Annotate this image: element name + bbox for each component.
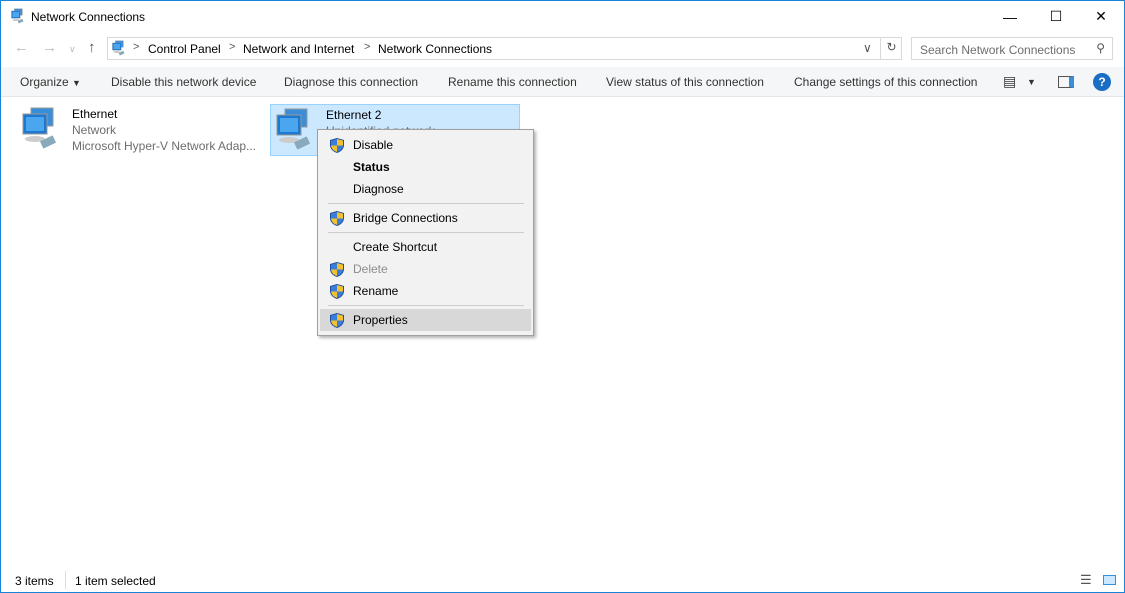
command-bar: Organize ▼ Disable this network device D… [1, 67, 1124, 97]
view-dropdown-icon[interactable]: ▼ [1027, 77, 1036, 87]
menu-label: Bridge Connections [353, 211, 458, 225]
menu-separator [328, 203, 524, 204]
menu-label: Disable [353, 138, 394, 152]
title-bar: Network Connections — ☐ ✕ [1, 1, 1124, 33]
search-input[interactable]: Search Network Connections ⚲ [911, 37, 1113, 60]
menu-item-diagnose[interactable]: Diagnose [320, 178, 531, 200]
control-panel-icon [111, 40, 127, 56]
uac-shield-icon [330, 138, 344, 153]
menu-item-disable[interactable]: Disable [320, 134, 531, 156]
menu-label: Diagnose [353, 182, 404, 196]
menu-item-properties[interactable]: Properties [320, 309, 531, 331]
organize-label: Organize [20, 75, 69, 89]
selection-count: 1 item selected [75, 574, 156, 588]
organize-menu[interactable]: Organize ▼ [20, 75, 81, 89]
menu-item-rename[interactable]: Rename [320, 280, 531, 302]
menu-item-create-shortcut[interactable]: Create Shortcut [320, 236, 531, 258]
uac-shield-icon [330, 284, 344, 299]
details-view-icon[interactable]: ☰ [1080, 572, 1092, 588]
connection-name: Ethernet 2 [326, 108, 382, 122]
menu-label: Rename [353, 284, 399, 298]
connection-status: Network [72, 123, 117, 137]
rename-button[interactable]: Rename this connection [448, 75, 577, 89]
connection-ethernet[interactable]: Ethernet Network Microsoft Hyper-V Netwo… [17, 104, 267, 156]
uac-shield-icon [330, 313, 344, 328]
breadcrumb-control-panel[interactable]: Control Panel [148, 42, 221, 56]
large-icons-view-icon[interactable] [1103, 575, 1116, 585]
up-icon[interactable]: ↑ [88, 39, 96, 56]
menu-separator [328, 305, 524, 306]
address-dropdown-icon[interactable]: ∨ [863, 41, 872, 55]
network-adapter-icon [21, 106, 61, 150]
window-title: Network Connections [31, 10, 146, 24]
search-icon: ⚲ [1096, 41, 1105, 55]
context-menu: Disable Status Diagnose Bridge Connectio… [317, 129, 534, 336]
minimize-button[interactable]: — [987, 1, 1033, 32]
breadcrumb-separator: > [364, 41, 371, 53]
item-count: 3 items [15, 574, 54, 588]
address-bar[interactable]: > Control Panel > Network and Internet >… [107, 37, 902, 60]
search-placeholder: Search Network Connections [920, 43, 1076, 57]
disable-device-button[interactable]: Disable this network device [111, 75, 256, 89]
menu-label: Status [353, 160, 390, 174]
menu-item-delete: Delete [320, 258, 531, 280]
menu-label: Delete [353, 262, 388, 276]
refresh-icon[interactable]: ↻ [880, 38, 902, 59]
uac-shield-icon [330, 211, 344, 226]
network-connections-icon [10, 8, 26, 24]
recent-locations-icon[interactable]: ∨ [69, 44, 76, 55]
help-icon[interactable]: ? [1093, 73, 1111, 91]
connection-name: Ethernet [72, 107, 118, 121]
change-settings-button[interactable]: Change settings of this connection [794, 75, 977, 89]
maximize-button[interactable]: ☐ [1033, 1, 1079, 32]
preview-pane-icon[interactable] [1058, 76, 1074, 88]
forward-icon[interactable]: → [42, 39, 57, 56]
breadcrumb-separator: > [229, 41, 236, 53]
menu-item-bridge-connections[interactable]: Bridge Connections [320, 207, 531, 229]
menu-separator [328, 232, 524, 233]
diagnose-button[interactable]: Diagnose this connection [284, 75, 418, 89]
network-adapter-icon [275, 107, 315, 151]
view-options-icon[interactable]: ▤ [1003, 73, 1016, 90]
uac-shield-icon [330, 262, 344, 277]
menu-item-status[interactable]: Status [320, 156, 531, 178]
menu-label: Properties [353, 313, 408, 327]
breadcrumb-network-and-internet[interactable]: Network and Internet [243, 42, 354, 56]
status-bar: 3 items 1 item selected ☰ [1, 571, 1124, 593]
connection-adapter: Microsoft Hyper-V Network Adap... [72, 139, 257, 153]
view-status-button[interactable]: View status of this connection [606, 75, 764, 89]
breadcrumb-network-connections[interactable]: Network Connections [378, 42, 492, 56]
menu-label: Create Shortcut [353, 240, 438, 254]
breadcrumb-separator: > [133, 41, 140, 53]
chevron-down-icon: ▼ [72, 78, 81, 88]
back-icon[interactable]: ← [14, 39, 29, 56]
close-button[interactable]: ✕ [1078, 1, 1124, 32]
